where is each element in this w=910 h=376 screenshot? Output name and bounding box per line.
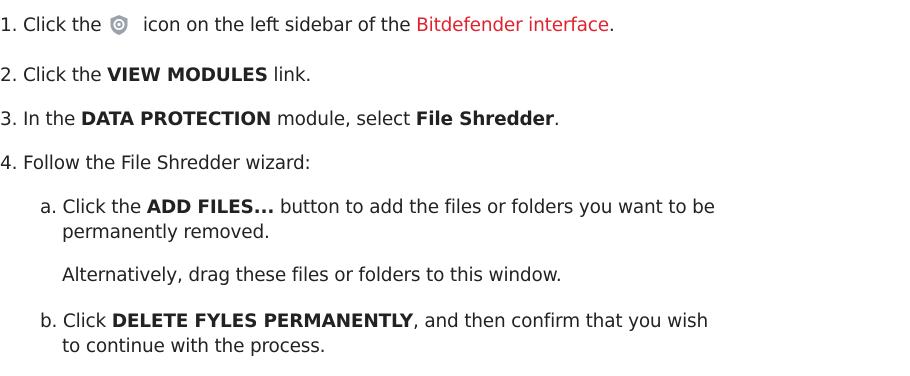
step-text: Follow the File Shredder wizard:	[22, 153, 311, 174]
substep-a-continuation: permanently removed.	[62, 222, 270, 243]
data-protection-label: DATA PROTECTION	[80, 109, 272, 130]
substep-text: , and then confirm that you wish	[412, 311, 708, 332]
step-2: 2. Click the VIEW MODULES link.	[0, 64, 311, 88]
substep-letter: b.	[40, 311, 58, 332]
step-text: Click the	[22, 15, 102, 36]
step-number: 2.	[0, 65, 18, 86]
step-text: Click the	[22, 65, 102, 86]
view-modules-label: VIEW MODULES	[107, 65, 268, 86]
substep-b: b. Click DELETE FYLES PERMANENTLY, and t…	[40, 310, 708, 334]
substep-text: Click	[62, 311, 107, 332]
substep-text: button to add the files or folders you w…	[279, 197, 715, 218]
delete-files-permanently-label: DELETE FYLES PERMANENTLY	[111, 311, 413, 332]
step-1: 1. Click the icon on the left sidebar of…	[0, 14, 615, 38]
step-text: icon on the left sidebar of the	[142, 15, 411, 36]
step-text: module, select	[276, 109, 411, 130]
substep-a-note: Alternatively, drag these files or folde…	[62, 265, 562, 286]
file-shredder-label: File Shredder	[415, 109, 554, 130]
add-files-label: ADD FILES...	[146, 197, 275, 218]
substep-text: Click the	[62, 197, 142, 218]
step-text: In the	[22, 109, 76, 130]
step-text: .	[553, 109, 560, 130]
step-3: 3. In the DATA PROTECTION module, select…	[0, 108, 560, 132]
step-4: 4. Follow the File Shredder wizard:	[0, 152, 311, 176]
substep-b-continuation: to continue with the process.	[62, 336, 326, 357]
step-number: 1.	[0, 15, 18, 36]
shield-icon	[109, 14, 129, 36]
step-number: 4.	[0, 153, 18, 174]
substep-a: a. Click the ADD FILES... button to add …	[40, 196, 715, 220]
substep-letter: a.	[40, 197, 57, 218]
step-text: link.	[273, 65, 312, 86]
step-number: 3.	[0, 109, 18, 130]
step-text: .	[608, 15, 615, 36]
bitdefender-interface-link[interactable]: Bitdefender interface	[416, 15, 609, 36]
instructions-document: 1. Click the icon on the left sidebar of…	[0, 0, 910, 376]
